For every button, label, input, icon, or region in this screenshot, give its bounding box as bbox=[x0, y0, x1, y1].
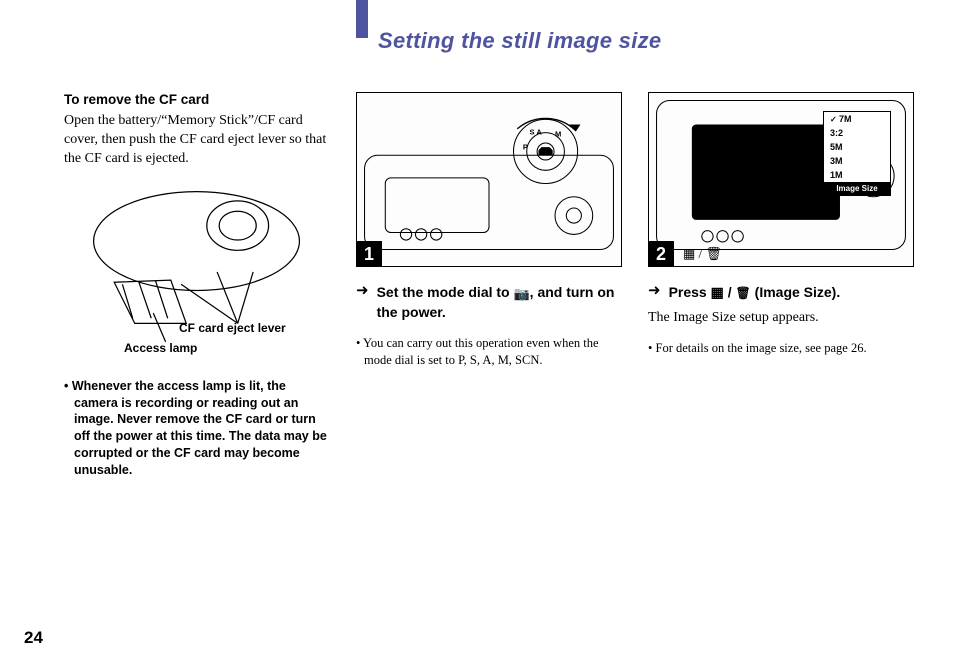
menu-item-3m: 3M bbox=[824, 154, 890, 168]
step1-instruction: Set the mode dial to 📷, and turn on the … bbox=[377, 283, 622, 321]
menu-item-5m: 5M bbox=[824, 140, 890, 154]
page-headline: Setting the still image size bbox=[360, 28, 914, 54]
callout-eject-lever: CF card eject lever bbox=[179, 321, 286, 335]
menu-label: Image Size bbox=[824, 182, 890, 195]
svg-text:M: M bbox=[555, 129, 561, 138]
remove-cf-body: Open the battery/“Memory Stick”/CF card … bbox=[64, 112, 330, 169]
headline-accent-bar bbox=[356, 0, 368, 38]
menu-item-3-2: 3:2 bbox=[824, 126, 890, 140]
menu-item-1m: 1M bbox=[824, 168, 890, 182]
camera-mode-dial-illustration: S A M P bbox=[357, 93, 621, 258]
right-arrow-icon: ➜ bbox=[648, 284, 661, 299]
image-size-menu: 7M 3:2 5M 3M 1M Image Size bbox=[823, 111, 891, 196]
camera-mode-icon: 📷 bbox=[513, 286, 529, 301]
svg-text:P: P bbox=[523, 143, 528, 152]
callout-access-lamp: Access lamp bbox=[124, 341, 197, 355]
col-step-2: 7M 3:2 5M 3M 1M Image Size ▦ / 🗑 2 ➜ Pre… bbox=[648, 92, 914, 479]
right-arrow-icon: ➜ bbox=[356, 284, 369, 299]
step2-figure: 7M 3:2 5M 3M 1M Image Size ▦ / 🗑 2 bbox=[648, 92, 914, 267]
step2-instruction: Press ▦ / 🗑 (Image Size). bbox=[669, 283, 841, 302]
step2-followup: The Image Size setup appears. bbox=[648, 310, 914, 326]
step2-number: 2 bbox=[648, 241, 674, 267]
page-number: 24 bbox=[24, 628, 43, 648]
camera-eject-illustration bbox=[73, 169, 320, 344]
cf-eject-diagram: CF card eject lever Access lamp bbox=[64, 169, 330, 344]
svg-text:S A: S A bbox=[530, 127, 543, 136]
step1-figure: S A M P 1 bbox=[356, 92, 622, 267]
col-remove-cf-card: To remove the CF card Open the battery/“… bbox=[64, 92, 330, 479]
trash-icon: 🗑 bbox=[736, 286, 751, 300]
cf-warning: Whenever the access lamp is lit, the cam… bbox=[64, 378, 330, 479]
step2-text-a: Press bbox=[669, 284, 711, 300]
menu-item-7m: 7M bbox=[824, 112, 890, 126]
step2-text-b: (Image Size). bbox=[751, 284, 840, 300]
step1-number: 1 bbox=[356, 241, 382, 267]
remove-cf-heading: To remove the CF card bbox=[64, 92, 330, 107]
step1-note: You can carry out this operation even wh… bbox=[356, 335, 622, 369]
image-size-button-icons: ▦ / 🗑 bbox=[683, 246, 722, 262]
col-step-1: S A M P 1 ➜ Set the mode dial to 📷, and … bbox=[356, 92, 622, 479]
grid-icon: ▦ bbox=[711, 284, 724, 300]
step1-text-a: Set the mode dial to bbox=[377, 284, 514, 300]
step2-note: For details on the image size, see page … bbox=[648, 340, 914, 357]
